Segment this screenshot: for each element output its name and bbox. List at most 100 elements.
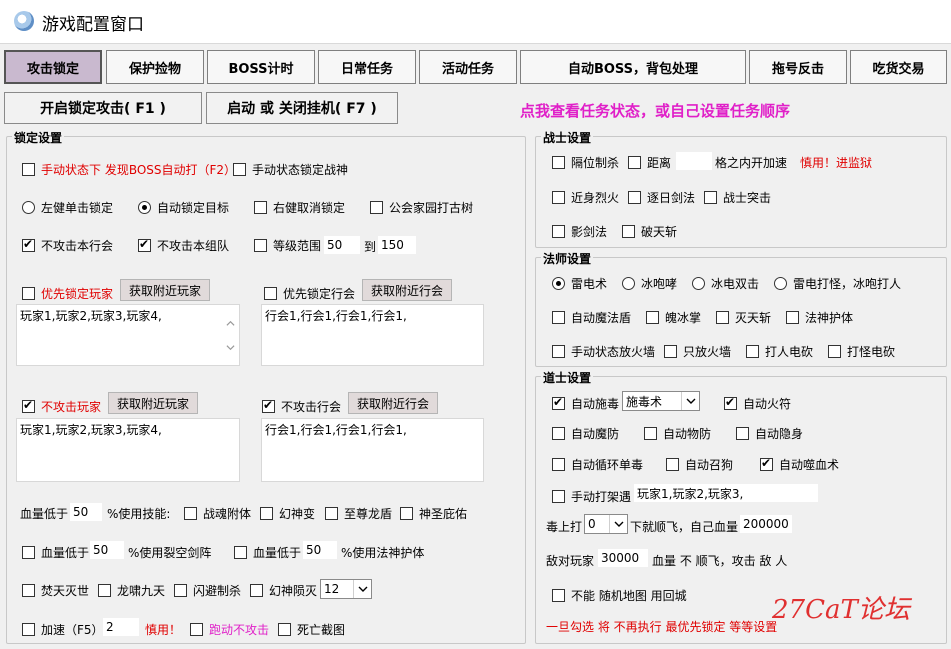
thunder-mob-radio[interactable]: 雷电打怪，冰咆打人 <box>774 275 901 292</box>
ice-thunder-radio[interactable]: 冰电双击 <box>692 275 759 292</box>
chevron-down-icon[interactable] <box>681 392 699 410</box>
tab-auto-boss-bag[interactable]: 自动BOSS，背包处理 <box>520 50 746 84</box>
hp-low-label: 血量低于 <box>20 507 69 521</box>
block-kill-checkbox[interactable]: 隔位制杀 <box>552 154 619 171</box>
skill-soul-checkbox[interactable]: 战魂附体 <box>184 505 251 522</box>
manual-fire-wall-checkbox[interactable]: 手动状态放火墙 <box>552 343 655 360</box>
start-lock-attack-button[interactable]: 开启锁定攻击( F1 ) <box>4 92 202 124</box>
sun-sword-checkbox[interactable]: 逐日剑法 <box>628 189 695 206</box>
no-attack-player-checkbox[interactable]: 不攻击玩家 <box>22 398 101 415</box>
hit-mob-elec-checkbox[interactable]: 打怪电砍 <box>828 343 895 360</box>
speed-checkbox[interactable]: 加速（F5） <box>22 621 104 638</box>
hit-people-elec-checkbox[interactable]: 打人电砍 <box>746 343 813 360</box>
auto-magic-def-checkbox[interactable]: 自动魔防 <box>552 425 619 442</box>
prio-players-textarea[interactable]: 玩家1,玩家2,玩家3,玩家4, <box>16 304 240 366</box>
no-random-map-checkbox[interactable]: 不能 随机地图 用回城 <box>552 587 687 604</box>
hp-low-input[interactable]: 50 <box>70 503 102 521</box>
level-from-input[interactable]: 50 <box>324 236 360 254</box>
hp-low3-input[interactable]: 50 <box>303 541 337 559</box>
fetch-nearby-guilds-button-1[interactable]: 获取附近行会 <box>362 279 452 301</box>
manual-fight-checkbox[interactable]: 手动打架遇 <box>552 488 631 505</box>
checkbox-box[interactable] <box>22 163 35 176</box>
auto-bloodsuck-checkbox[interactable]: 自动噬血术 <box>760 456 839 473</box>
manual-lock-god-checkbox[interactable]: 手动状态锁定战神 <box>233 161 348 178</box>
no-attack-guild-checkbox[interactable]: 不攻击本行会 <box>22 237 113 254</box>
auto-summon-dog-checkbox[interactable]: 自动召狗 <box>666 456 733 473</box>
self-hp-input[interactable]: 200000 <box>740 515 792 533</box>
auto-shield-checkbox[interactable]: 自动魔法盾 <box>552 309 631 326</box>
thunder-radio[interactable]: 雷电术 <box>552 275 607 292</box>
left-click-lock-radio[interactable]: 左健单击锁定 <box>22 199 113 216</box>
ice-palm-checkbox[interactable]: 魄冰掌 <box>646 309 701 326</box>
guild-home-tree-checkbox[interactable]: 公会家园打古树 <box>370 199 473 216</box>
textarea-scrollbar[interactable] <box>223 305 239 365</box>
fight-players-input[interactable]: 玩家1,玩家2,玩家3, <box>634 484 818 502</box>
right-click-cancel-checkbox[interactable]: 右健取消锁定 <box>254 199 345 216</box>
chevron-up-icon[interactable] <box>226 319 235 328</box>
no-attack-team-checkbox[interactable]: 不攻击本组队 <box>138 237 229 254</box>
no-attack-guild2-checkbox[interactable]: 不攻击行会 <box>262 398 341 415</box>
distance-checkbox[interactable]: 距离 <box>628 154 671 171</box>
dodge-kill-checkbox[interactable]: 闪避制杀 <box>174 582 241 599</box>
use-rift-label: %使用裂空剑阵 <box>128 546 212 560</box>
taoist-footnote: 一旦勾选 将 不再执行 最优先锁定 等等设置 <box>546 620 778 634</box>
dragon-roar-checkbox[interactable]: 龙啸九天 <box>98 582 165 599</box>
toggle-hang-button[interactable]: 启动 或 关闭挂机( F7 ) <box>206 92 398 124</box>
annihilate-checkbox[interactable]: 灭天斩 <box>716 309 771 326</box>
auto-invisible-checkbox[interactable]: 自动隐身 <box>736 425 803 442</box>
auto-phys-def-checkbox[interactable]: 自动物防 <box>644 425 711 442</box>
no-attack-players-textarea[interactable]: 玩家1,玩家2,玩家3,玩家4, <box>16 418 240 482</box>
chevron-down-icon[interactable] <box>609 515 627 533</box>
prio-guilds-textarea[interactable]: 行会1,行会1,行会1,行会1, <box>261 304 484 366</box>
fetch-nearby-guilds-button-2[interactable]: 获取附近行会 <box>348 392 438 414</box>
warrior-charge-checkbox[interactable]: 战士突击 <box>704 189 771 206</box>
tab-boss-timer[interactable]: BOSS计时 <box>207 50 315 84</box>
ice-roar-radio[interactable]: 冰咆哮 <box>622 275 677 292</box>
skill-holy-checkbox[interactable]: 神圣庇佑 <box>400 505 467 522</box>
skill-dragon-shield-checkbox[interactable]: 至尊龙盾 <box>325 505 392 522</box>
run-no-attack-checkbox[interactable]: 跑动不攻击 <box>190 621 269 638</box>
level-range-checkbox[interactable]: 等级范围 <box>254 237 321 254</box>
burn-world-checkbox[interactable]: 焚天灭世 <box>22 582 89 599</box>
manual-boss-checkbox[interactable]: 手动状态下 发现BOSS自动打（F2） <box>22 161 236 178</box>
only-fire-wall-checkbox[interactable]: 只放火墙 <box>664 343 731 360</box>
near-fire-checkbox[interactable]: 近身烈火 <box>552 189 619 206</box>
distance-input[interactable] <box>676 152 712 170</box>
tab-food-trade[interactable]: 吃货交易 <box>850 50 947 84</box>
chevron-down-icon[interactable] <box>226 343 235 352</box>
phantom-fall-select[interactable]: 12 <box>320 579 372 599</box>
auto-cycle-poison-checkbox[interactable]: 自动循环单毒 <box>552 456 643 473</box>
auto-poison-checkbox[interactable]: 自动施毒 <box>552 395 619 412</box>
fetch-nearby-players-button-2[interactable]: 获取附近玩家 <box>108 392 198 414</box>
warrior-settings-legend: 战士设置 <box>541 129 594 146</box>
level-to-input[interactable]: 150 <box>378 236 416 254</box>
poison-on-select[interactable]: 0 <box>584 514 628 534</box>
god-guard-checkbox[interactable]: 法神护体 <box>786 309 853 326</box>
tab-attack-lock[interactable]: 攻击锁定 <box>4 50 102 84</box>
chevron-down-icon[interactable] <box>353 580 371 598</box>
prio-player-checkbox[interactable]: 优先锁定玩家 <box>22 285 113 302</box>
phantom-fall-checkbox[interactable]: 幻神陨灭 <box>250 582 317 599</box>
shadow-sword-checkbox[interactable]: 影剑法 <box>552 223 607 240</box>
hp-low2-input[interactable]: 50 <box>90 541 124 559</box>
task-status-link[interactable]: 点我查看任务状态，或自己设置任务顺序 <box>520 100 790 121</box>
hp-low2-checkbox[interactable]: 血量低于 <box>22 544 89 561</box>
tab-protect-pickup[interactable]: 保护捡物 <box>106 50 204 84</box>
poison-on-label: 毒上打 <box>546 520 583 534</box>
auto-lock-target-radio[interactable]: 自动锁定目标 <box>138 199 229 216</box>
prio-guild-checkbox[interactable]: 优先锁定行会 <box>264 285 355 302</box>
poison-select[interactable]: 施毒术 <box>622 391 700 411</box>
auto-talisman-checkbox[interactable]: 自动火符 <box>724 395 791 412</box>
tab-drag-counter[interactable]: 拖号反击 <box>749 50 847 84</box>
hp-low3-checkbox[interactable]: 血量低于 <box>234 544 301 561</box>
death-screenshot-checkbox[interactable]: 死亡截图 <box>278 621 345 638</box>
speed-input[interactable]: 2 <box>103 618 139 636</box>
tab-daily-tasks[interactable]: 日常任务 <box>318 50 416 84</box>
skill-phantom-checkbox[interactable]: 幻神变 <box>260 505 315 522</box>
enemy-player-label: 敌对玩家 <box>546 554 595 568</box>
enemy-player-input[interactable]: 30000 <box>598 549 648 567</box>
break-sky-checkbox[interactable]: 破天斩 <box>622 223 677 240</box>
no-attack-guilds-textarea[interactable]: 行会1,行会1,行会1,行会1, <box>261 418 484 482</box>
fetch-nearby-players-button-1[interactable]: 获取附近玩家 <box>120 279 210 301</box>
tab-event-tasks[interactable]: 活动任务 <box>419 50 517 84</box>
